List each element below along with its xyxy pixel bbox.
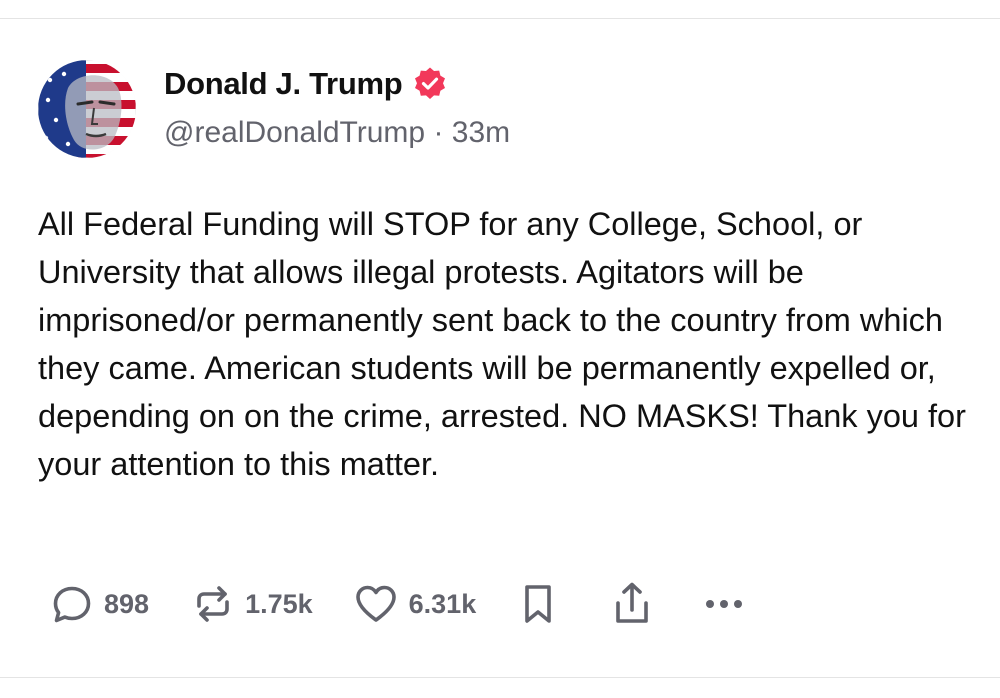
repost-count: 1.75k (245, 588, 313, 619)
top-divider (0, 18, 1000, 19)
repost-icon (191, 582, 235, 626)
bookmark-button[interactable] (520, 582, 556, 626)
more-icon (702, 594, 746, 614)
author-meta: @realDonaldTrump · 33m (164, 116, 510, 150)
verified-badge-icon (412, 66, 448, 102)
avatar-image (38, 60, 136, 158)
share-icon (612, 581, 652, 627)
heart-icon (353, 582, 399, 626)
bottom-divider (0, 677, 1000, 678)
reply-count: 898 (104, 588, 150, 619)
like-button[interactable]: 6.31k (353, 582, 477, 626)
avatar[interactable] (38, 60, 136, 158)
post-actions-bar: 898 1.75k 6.31k (50, 580, 746, 628)
reply-button[interactable]: 898 (50, 582, 149, 626)
more-options-button[interactable] (702, 594, 746, 614)
share-button[interactable] (612, 581, 652, 627)
post-body-text: All Federal Funding will STOP for any Co… (38, 206, 966, 482)
bookmark-icon (520, 582, 556, 626)
reply-icon (50, 582, 94, 626)
author-display-name[interactable]: Donald J. Trump (164, 66, 403, 102)
author-name-row: Donald J. Trump (164, 64, 448, 104)
repost-button[interactable]: 1.75k (191, 582, 313, 626)
author-handle[interactable]: @realDonaldTrump (164, 116, 425, 149)
post-timestamp[interactable]: 33m (452, 116, 510, 149)
meta-separator: · (433, 116, 444, 149)
like-count: 6.31k (408, 588, 477, 619)
